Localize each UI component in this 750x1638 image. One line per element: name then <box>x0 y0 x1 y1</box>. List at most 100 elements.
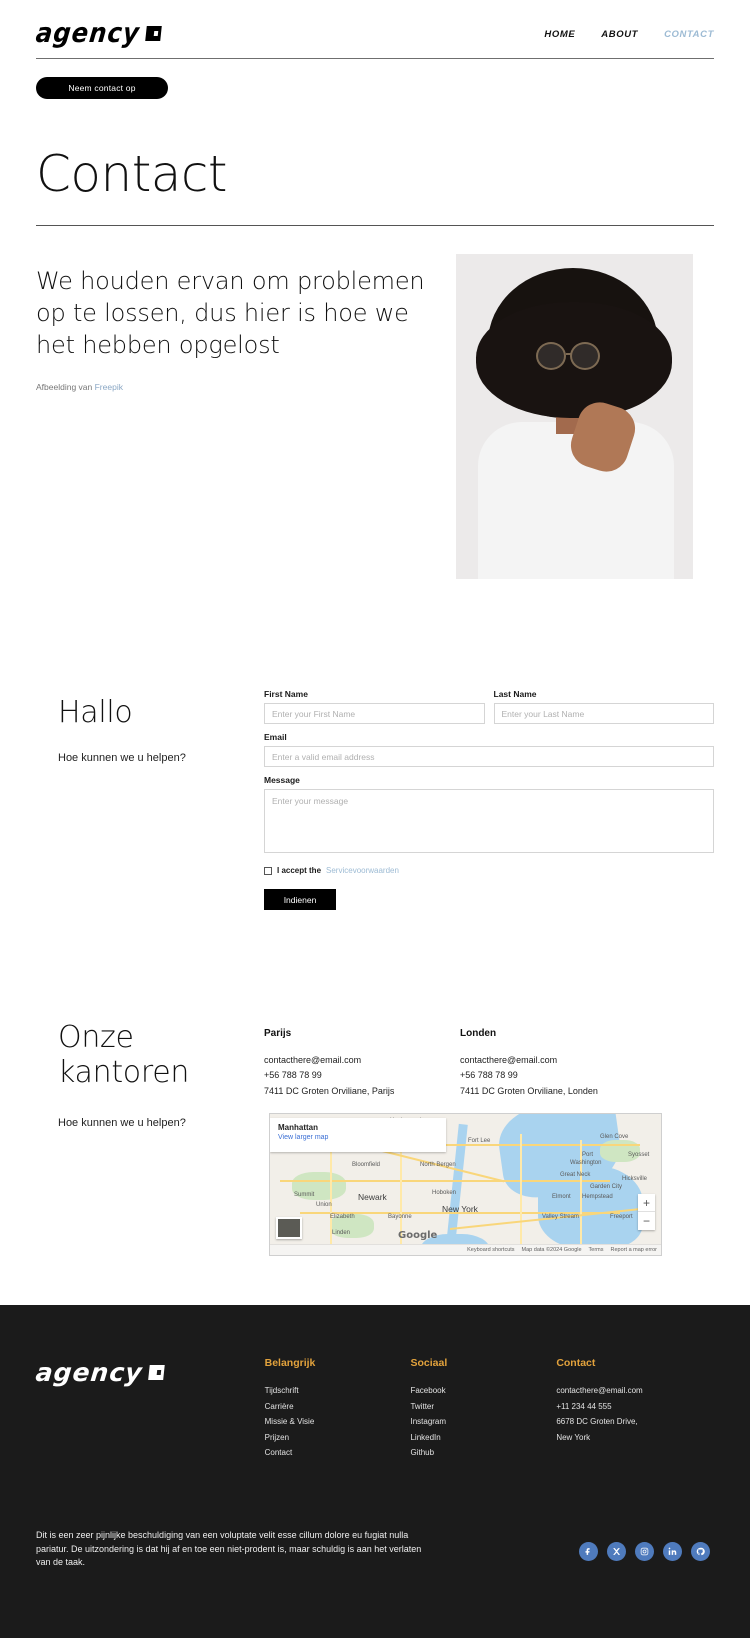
footer-column-sociaal: Sociaal Facebook Twitter Instagram Linke… <box>410 1357 556 1461</box>
email-label: Email <box>264 732 287 742</box>
map-label: Fort Lee <box>468 1138 491 1144</box>
accept-terms-text: I accept the <box>277 866 322 875</box>
footer-link-prijzen[interactable]: Prijzen <box>265 1430 411 1446</box>
site-logo[interactable]: agency <box>34 18 162 49</box>
contact-form-section: Hallo Hoe kunnen we u helpen? First Name… <box>36 689 714 910</box>
nav-item-about[interactable]: ABOUT <box>601 29 638 40</box>
nav-item-contact[interactable]: CONTACT <box>664 29 714 40</box>
message-label: Message <box>264 775 300 785</box>
hero-section: We houden ervan om problemen op te losse… <box>36 254 714 579</box>
map-attribution-bar: Keyboard shortcuts Map data ©2024 Google… <box>270 1244 661 1255</box>
footer-column-contact: Contact contacthere@email.com +11 234 44… <box>556 1357 714 1461</box>
form-heading: Hallo <box>58 695 133 730</box>
map-label: Valley Stream <box>542 1214 579 1220</box>
logo-square-icon <box>147 1364 165 1380</box>
map-label: Great Neck <box>560 1172 591 1178</box>
footer-link-tijdschrift[interactable]: Tijdschrift <box>265 1383 411 1399</box>
google-logo: Google <box>398 1230 438 1241</box>
linkedin-icon[interactable] <box>663 1542 682 1561</box>
map-keyboard-shortcuts[interactable]: Keyboard shortcuts <box>467 1247 514 1253</box>
map-label: Hicksville <box>622 1176 648 1182</box>
footer-column-title-sociaal: Sociaal <box>410 1357 448 1369</box>
office-email-paris[interactable]: contacthere@email.com <box>264 1053 460 1068</box>
main-nav: HOME ABOUT CONTACT <box>544 29 714 40</box>
map-view-larger-link[interactable]: View larger map <box>278 1134 438 1141</box>
instagram-icon[interactable] <box>635 1542 654 1561</box>
map-label: Elizabeth <box>330 1214 355 1220</box>
title-divider <box>36 225 714 226</box>
site-logo-text: agency <box>34 18 142 49</box>
office-phone-paris[interactable]: +56 788 78 99 <box>264 1068 460 1083</box>
map-label: Elmont <box>552 1194 571 1200</box>
footer-contact-address-line1: 6678 DC Groten Drive, <box>556 1417 638 1427</box>
contact-form: First Name Last Name Email Message I acc… <box>264 689 714 910</box>
map-label: North Bergen <box>420 1162 456 1168</box>
map-label: Glen Cove <box>600 1134 629 1140</box>
footer-link-carriere[interactable]: Carrière <box>265 1399 411 1415</box>
footer-contact-address-line2: New York <box>556 1432 591 1442</box>
map-label: Freeport <box>610 1214 633 1220</box>
hero-image-credit: Afbeelding van Freepik <box>36 382 430 392</box>
github-icon[interactable] <box>691 1542 710 1561</box>
contact-cta-button[interactable]: Neem contact op <box>36 77 168 99</box>
footer-link-contact[interactable]: Contact <box>265 1445 411 1461</box>
footer-link-instagram[interactable]: Instagram <box>410 1414 556 1430</box>
footer-link-missie-visie[interactable]: Missie & Visie <box>265 1414 411 1430</box>
footer-column-title-belangrijk: Belangrijk <box>264 1357 316 1369</box>
offices-intro: Onze kantoren Hoe kunnen we u helpen? <box>36 1020 264 1129</box>
map-label: New York <box>442 1204 478 1214</box>
map-road <box>520 1134 522 1244</box>
office-phone-london[interactable]: +56 788 78 99 <box>460 1068 656 1083</box>
form-intro: Hallo Hoe kunnen we u helpen? <box>36 689 264 910</box>
map-terms-link[interactable]: Terms <box>589 1247 604 1253</box>
footer-column-belangrijk: Belangrijk Tijdschrift Carrière Missie &… <box>265 1357 411 1461</box>
form-subheading: Hoe kunnen we u helpen? <box>58 752 186 764</box>
terms-link[interactable]: Servicevoorwaarden <box>326 866 399 875</box>
footer-column-title-contact: Contact <box>556 1357 596 1369</box>
facebook-icon[interactable] <box>579 1542 598 1561</box>
map-info-card[interactable]: Manhattan View larger map <box>270 1118 446 1152</box>
accept-terms-row: I accept the Servicevoorwaarden <box>264 866 714 875</box>
footer-logo-text: agency <box>34 1357 145 1387</box>
map-label: Port <box>582 1152 594 1158</box>
hero-photo <box>456 254 693 579</box>
office-email-london[interactable]: contacthere@email.com <box>460 1053 656 1068</box>
footer-legal-text: Dit is een zeer pijnlijke beschuldiging … <box>36 1530 422 1567</box>
map-data-credit: Map data ©2024 Google <box>521 1247 582 1253</box>
offices-heading: Onze kantoren <box>58 1020 190 1091</box>
map-report-error-link[interactable]: Report a map error <box>611 1247 657 1253</box>
x-twitter-icon[interactable] <box>607 1542 626 1561</box>
email-input[interactable] <box>264 746 714 767</box>
map-label: Bloomfield <box>352 1162 381 1168</box>
map-label: Summit <box>294 1192 315 1198</box>
hero-heading: We houden ervan om problemen op te losse… <box>36 267 425 359</box>
last-name-input[interactable] <box>493 703 714 724</box>
office-map[interactable]: HackensackFort LeeGlen CoveSyossetPortWa… <box>269 1113 662 1256</box>
footer-link-linkedin[interactable]: LinkedIn <box>410 1430 556 1446</box>
message-group: Message <box>264 775 714 858</box>
map-streetview-thumbnail[interactable] <box>276 1217 302 1239</box>
map-zoom-out-button[interactable]: − <box>638 1212 655 1230</box>
footer-link-facebook[interactable]: Facebook <box>410 1383 556 1399</box>
first-name-group: First Name <box>264 689 485 724</box>
map-zoom-controls[interactable]: + − <box>638 1194 655 1230</box>
last-name-group: Last Name <box>493 689 714 724</box>
footer-contact-phone: +11 234 44 555 <box>556 1401 612 1411</box>
footer-logo[interactable]: agency <box>34 1357 266 1387</box>
footer-link-github[interactable]: Github <box>410 1445 556 1461</box>
footer-link-twitter[interactable]: Twitter <box>410 1399 556 1415</box>
footer-contact-email[interactable]: contacthere@email.com <box>556 1383 714 1399</box>
map-card-title: Manhattan <box>278 1123 318 1132</box>
footer-social-icons <box>579 1542 710 1561</box>
message-textarea[interactable] <box>264 789 714 853</box>
office-city-london: Londen <box>460 1028 497 1039</box>
submit-button[interactable]: Indienen <box>264 889 336 910</box>
accept-terms-checkbox[interactable] <box>264 866 272 875</box>
first-name-input[interactable] <box>264 703 485 724</box>
credit-link-freepik[interactable]: Freepik <box>95 382 123 392</box>
nav-item-home[interactable]: HOME <box>544 29 575 40</box>
hero-text-block: We houden ervan om problemen op te losse… <box>36 254 430 579</box>
site-footer: agency Belangrijk Tijdschrift Carrière M… <box>0 1305 750 1638</box>
office-city-paris: Parijs <box>264 1028 292 1039</box>
map-zoom-in-button[interactable]: + <box>638 1194 655 1212</box>
